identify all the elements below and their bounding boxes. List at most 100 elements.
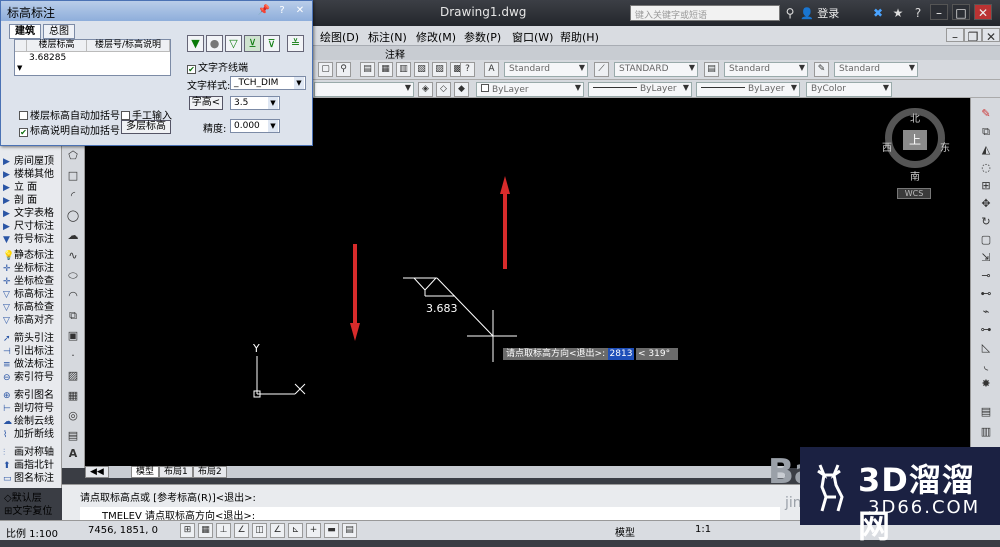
dim-style-icon[interactable]: ⟋ [594, 62, 609, 77]
auto-bracket-floor-checkbox[interactable]: 楼层标高自动加括号 [19, 107, 120, 122]
break-icon[interactable]: ⌁ [978, 304, 994, 320]
menu-item-params[interactable]: 参数(P) [464, 29, 501, 45]
join-icon[interactable]: ⊶ [978, 322, 994, 338]
region-icon[interactable]: ◎ [65, 408, 81, 424]
wcs-menu[interactable]: WCS [897, 188, 931, 199]
scale-icon[interactable]: ▢ [978, 232, 994, 248]
table-style-combo[interactable]: Standard ▼ [724, 62, 808, 77]
revcloud-icon[interactable]: ☁ [65, 228, 81, 244]
menu-item-dimension[interactable]: 标注(N) [368, 29, 407, 45]
text-style-select[interactable]: _TCH_DIM ▼ [230, 76, 306, 90]
ellipse-icon[interactable]: ⬭ [65, 268, 81, 284]
maximize-button[interactable]: □ [952, 4, 970, 20]
tm-item-text-reset[interactable]: ⊞文字复位 [4, 502, 52, 517]
multi-level-button[interactable]: 多层标高 [121, 120, 171, 134]
layer-tool-icon[interactable]: ▤ [978, 404, 994, 420]
grid-icon[interactable]: ▦ [198, 523, 213, 538]
compass-south[interactable]: 南 [910, 168, 920, 183]
insert-block-icon[interactable]: ⧉ [65, 308, 81, 324]
elevation-table[interactable]: 楼层标高 楼层号/标高说明 3.68285 ▼ [14, 39, 171, 76]
explode-icon[interactable]: ✸ [978, 376, 994, 392]
tm-item-drawing-title[interactable]: ▭ 图名标注 [3, 469, 54, 484]
table-style-icon[interactable]: ▤ [704, 62, 719, 77]
make-block-icon[interactable]: ▣ [65, 328, 81, 344]
scale-selector[interactable]: 比例 1:100 [6, 525, 58, 540]
menu-item-window[interactable]: 窗口(W) [512, 29, 553, 45]
compass-east[interactable]: 东 [940, 139, 950, 154]
help-dialog-icon[interactable]: ? [275, 4, 289, 18]
qp-icon[interactable]: ▤ [342, 523, 357, 538]
compass-north[interactable]: 北 [910, 110, 920, 125]
erase-icon[interactable]: ✎ [978, 106, 994, 122]
otrack-icon[interactable]: ∠ [270, 523, 285, 538]
dyn-icon[interactable]: + [306, 523, 321, 538]
layer-state-icon[interactable]: ◆ [454, 82, 469, 97]
tab-site-plan[interactable]: 总图 [43, 24, 75, 39]
plotstyle-combo[interactable]: ByColor ▼ [806, 82, 892, 97]
snap-icon[interactable]: ⊞ [180, 523, 195, 538]
tab-nav-first[interactable]: ◀◀ [85, 466, 109, 478]
tab-model[interactable]: 模型 [131, 466, 160, 478]
doc-minimize-button[interactable]: – [946, 28, 964, 44]
arc-icon[interactable]: ◜ [65, 188, 81, 204]
color-combo[interactable]: ByLayer ▼ [476, 82, 584, 97]
model-space-toggle[interactable]: 模型 [615, 524, 635, 539]
layer-copy-icon[interactable]: ▥ [978, 424, 994, 440]
help-toolbar-icon[interactable]: ? [460, 62, 475, 77]
offset-icon[interactable]: ◌ [978, 160, 994, 176]
chamfer-icon[interactable]: ◺ [978, 340, 994, 356]
close-x-icon[interactable]: ✕ [974, 4, 992, 20]
rotate-icon[interactable]: ↻ [978, 214, 994, 230]
circle-icon[interactable]: ◯ [65, 208, 81, 224]
polar-icon[interactable]: ∠ [234, 523, 249, 538]
dialog-close-icon[interactable]: ✕ [293, 4, 307, 18]
doc-close-button[interactable]: ✕ [982, 28, 1000, 44]
dynamic-input-value[interactable]: 2813 [608, 348, 634, 360]
login-button[interactable]: 👤 登录 [800, 5, 839, 21]
table-icon[interactable]: ▤ [65, 428, 81, 444]
gradient-icon[interactable]: ▦ [65, 388, 81, 404]
tm-item-symbol[interactable]: ▼ 符号标注 [3, 230, 54, 245]
menu-item-help[interactable]: 帮助(H) [560, 29, 599, 45]
hatch-icon[interactable]: ▨ [65, 368, 81, 384]
text-height-pick-button[interactable]: 字高< [189, 96, 223, 110]
star-icon[interactable]: ★ [890, 5, 906, 21]
binoculars-icon[interactable]: ⚲ [782, 5, 798, 21]
drawing-canvas[interactable]: Y 3.683 请点取标高方向<退出>: 2813 < 319° 上 北 南 东… [85, 98, 970, 468]
tool-palette-icon[interactable]: ▥ [396, 62, 411, 77]
tm-item-index-symbol[interactable]: ⊖ 索引符号 [3, 368, 54, 383]
doc-restore-button[interactable]: ❐ [964, 28, 982, 44]
elevation-symbol-outline-icon[interactable]: ▽ [225, 35, 242, 52]
lineweight-icon[interactable]: ▬ [324, 523, 339, 538]
fillet-icon[interactable]: ◟ [978, 358, 994, 374]
menu-item-draw[interactable]: 绘图(D) [320, 29, 359, 45]
tm-item-elev-align[interactable]: ▽ 标高对齐 [3, 311, 54, 326]
auto-bracket-desc-checkbox[interactable]: ✔ 标高说明自动加括号 [19, 122, 120, 137]
search-input[interactable]: 键入关键字或短语 [630, 5, 780, 21]
text-height-select[interactable]: 3.5 ▼ [230, 96, 280, 110]
exchange-icon[interactable]: ✖ [870, 5, 886, 21]
stretch-icon[interactable]: ⇲ [978, 250, 994, 266]
pin-icon[interactable]: 📌 [257, 4, 271, 18]
ducs-icon[interactable]: ⊾ [288, 523, 303, 538]
ellipse-arc-icon[interactable]: ◠ [65, 288, 81, 304]
dialog-title-bar[interactable]: 标高标注 📌 ? ✕ [1, 1, 312, 21]
move-icon[interactable]: ✥ [978, 196, 994, 212]
properties-icon[interactable]: ▤ [360, 62, 375, 77]
minimize-button[interactable]: – [930, 4, 948, 20]
tab-annotate[interactable]: 注释 [385, 46, 405, 61]
ortho-icon[interactable]: ⊥ [216, 523, 231, 538]
sheet-set-icon[interactable]: ▧ [414, 62, 429, 77]
layer-match-icon[interactable]: ◈ [418, 82, 433, 97]
elevation-symbol-dot-icon[interactable]: ● [206, 35, 223, 52]
tab-layout2[interactable]: 布局2 [193, 466, 227, 478]
mtext-icon[interactable]: A [65, 446, 81, 462]
text-style-icon[interactable]: A [484, 62, 499, 77]
zoom-previous-icon[interactable]: ⚲ [336, 62, 351, 77]
text-align-end-checkbox[interactable]: ✔ 文字齐线端 [187, 59, 248, 74]
copy-icon[interactable]: ⧉ [978, 124, 994, 140]
elevation-symbol-stack-icon[interactable]: ≚ [287, 35, 304, 52]
row-dropdown-icon[interactable]: ▼ [17, 64, 22, 72]
elevation-symbol-filled-icon[interactable]: ▼ [187, 35, 204, 52]
help-icon[interactable]: ? [910, 5, 926, 21]
